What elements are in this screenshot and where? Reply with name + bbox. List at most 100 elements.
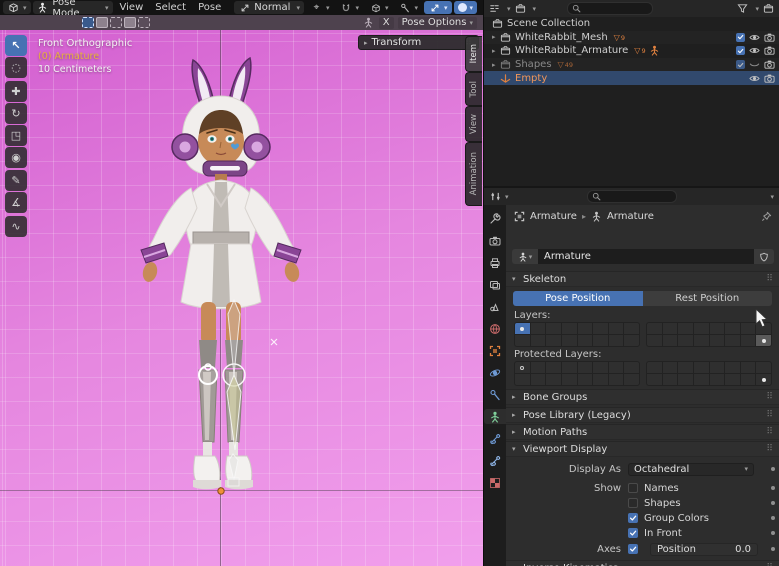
tab-physics[interactable] <box>486 365 504 380</box>
grip-icon[interactable]: ⠿ <box>766 427 774 437</box>
eye-closed-icon[interactable] <box>749 59 760 70</box>
outliner-row-scene-collection[interactable]: Scene Collection <box>484 17 779 31</box>
select-mode-invert[interactable] <box>124 17 136 28</box>
layer-cell[interactable] <box>694 335 709 346</box>
layer-cell[interactable] <box>647 335 662 346</box>
panel-bone-groups[interactable]: ▸Bone Groups⠿ <box>506 389 779 405</box>
layer-cell[interactable] <box>531 323 546 334</box>
show-gizmo-toggle[interactable]: ▾ <box>424 1 452 14</box>
filter-icon-dropdown[interactable] <box>514 2 527 15</box>
panel-viewport-display[interactable]: ▾Viewport Display⠿ <box>506 441 779 457</box>
outliner-row-empty[interactable]: Empty <box>484 71 779 85</box>
layer-cell[interactable] <box>710 374 725 385</box>
layer-cell[interactable] <box>609 335 624 346</box>
layer-cell[interactable] <box>678 362 693 373</box>
tab-bone[interactable] <box>486 431 504 446</box>
camera-icon[interactable] <box>764 32 775 43</box>
layer-cell[interactable] <box>663 362 678 373</box>
layer-cell[interactable] <box>756 362 771 373</box>
tab-view[interactable]: View <box>465 106 482 142</box>
layer-cell[interactable] <box>694 323 709 334</box>
camera-icon[interactable] <box>764 45 775 56</box>
rest-position-button[interactable]: Rest Position <box>643 291 773 306</box>
layer-cell[interactable] <box>756 335 771 346</box>
animate-dot[interactable] <box>771 531 775 535</box>
axes-position-slider[interactable]: Position 0.0 <box>650 543 758 556</box>
layer-cell[interactable] <box>624 374 639 385</box>
tab-render[interactable] <box>486 233 504 248</box>
layer-cell[interactable] <box>562 335 577 346</box>
layer-cell[interactable] <box>531 362 546 373</box>
layer-cell[interactable] <box>741 323 756 334</box>
layer-cell[interactable] <box>562 323 577 334</box>
exclude-checkbox[interactable] <box>736 46 745 55</box>
layer-cell[interactable] <box>515 362 530 373</box>
layer-cell[interactable] <box>609 374 624 385</box>
layer-cell[interactable] <box>546 323 561 334</box>
layer-cell[interactable] <box>725 335 740 346</box>
npanel-transform-header[interactable]: ▸ Transform ⠿ <box>358 35 479 50</box>
layer-cell[interactable] <box>725 362 740 373</box>
names-checkbox[interactable] <box>628 483 638 493</box>
layer-cell[interactable] <box>578 362 593 373</box>
layer-cell[interactable] <box>663 335 678 346</box>
layer-cell[interactable] <box>593 362 608 373</box>
layer-cell[interactable] <box>663 323 678 334</box>
animate-dot[interactable] <box>771 547 775 551</box>
layer-cell[interactable] <box>593 335 608 346</box>
pose-position-button[interactable]: Pose Position <box>513 291 643 306</box>
layer-cell[interactable] <box>609 362 624 373</box>
layer-cell[interactable] <box>562 362 577 373</box>
layer-cell[interactable] <box>578 335 593 346</box>
tool-measure[interactable]: ∡ <box>5 192 27 213</box>
camera-icon[interactable] <box>764 59 775 70</box>
tool-move[interactable]: ✚ <box>5 81 27 102</box>
tab-animation[interactable]: Animation <box>465 142 482 206</box>
layer-cell[interactable] <box>725 374 740 385</box>
mode-dropdown[interactable]: Pose Mode ▾ <box>33 1 113 14</box>
layer-cell[interactable] <box>710 362 725 373</box>
properties-editor-icon[interactable] <box>489 190 502 203</box>
outliner-filter-button[interactable] <box>736 2 749 15</box>
layer-cell[interactable] <box>546 362 561 373</box>
tab-object[interactable] <box>486 343 504 358</box>
layer-cell[interactable] <box>593 323 608 334</box>
tab-tool[interactable]: Tool <box>465 72 482 106</box>
menu-select[interactable]: Select <box>150 1 191 14</box>
menu-pose[interactable]: Pose <box>193 1 226 14</box>
in-front-checkbox[interactable] <box>628 528 638 538</box>
layer-cell[interactable] <box>694 374 709 385</box>
layer-cell[interactable] <box>741 374 756 385</box>
display-as-dropdown[interactable]: Octahedral▾ <box>628 463 754 476</box>
layer-cell[interactable] <box>647 374 662 385</box>
new-collection-button[interactable] <box>762 2 775 15</box>
pin-icon[interactable] <box>761 211 772 222</box>
chevron-down-icon[interactable]: ▾ <box>770 193 774 201</box>
menu-view[interactable]: View <box>115 1 149 14</box>
layer-cell[interactable] <box>663 374 678 385</box>
layer-cell[interactable] <box>678 335 693 346</box>
exclude-checkbox[interactable] <box>736 60 745 69</box>
layer-cell[interactable] <box>531 335 546 346</box>
layer-cell[interactable] <box>756 374 771 385</box>
tab-item[interactable]: Item <box>465 36 482 72</box>
show-overlays-toggle[interactable]: ▾ <box>454 1 478 14</box>
pose-options-dropdown[interactable]: Pose Options ▾ <box>398 17 477 29</box>
layer-cell[interactable] <box>515 323 530 334</box>
grip-icon[interactable]: ⠿ <box>766 274 774 284</box>
grip-icon[interactable]: ⠿ <box>766 410 774 420</box>
editor-type-button[interactable]: ▾ <box>3 1 31 14</box>
fake-user-button[interactable] <box>754 249 774 264</box>
tool-annotate[interactable]: ✎ <box>5 170 27 191</box>
layer-cell[interactable] <box>593 374 608 385</box>
tab-object-constraints[interactable] <box>486 387 504 402</box>
animate-dot[interactable] <box>771 486 775 490</box>
layer-cell[interactable] <box>562 374 577 385</box>
tool-scale[interactable]: ◳ <box>5 125 27 146</box>
outliner-row-whiterabbit-armature[interactable]: ▸ WhiteRabbit_Armature ▽9 <box>484 44 779 58</box>
group-colors-checkbox[interactable] <box>628 513 638 523</box>
disclosure-icon[interactable]: ▸ <box>492 33 500 41</box>
exclude-checkbox[interactable] <box>736 33 745 42</box>
snap-with-dropdown[interactable]: ▾ <box>365 1 393 14</box>
layer-cell[interactable] <box>624 335 639 346</box>
